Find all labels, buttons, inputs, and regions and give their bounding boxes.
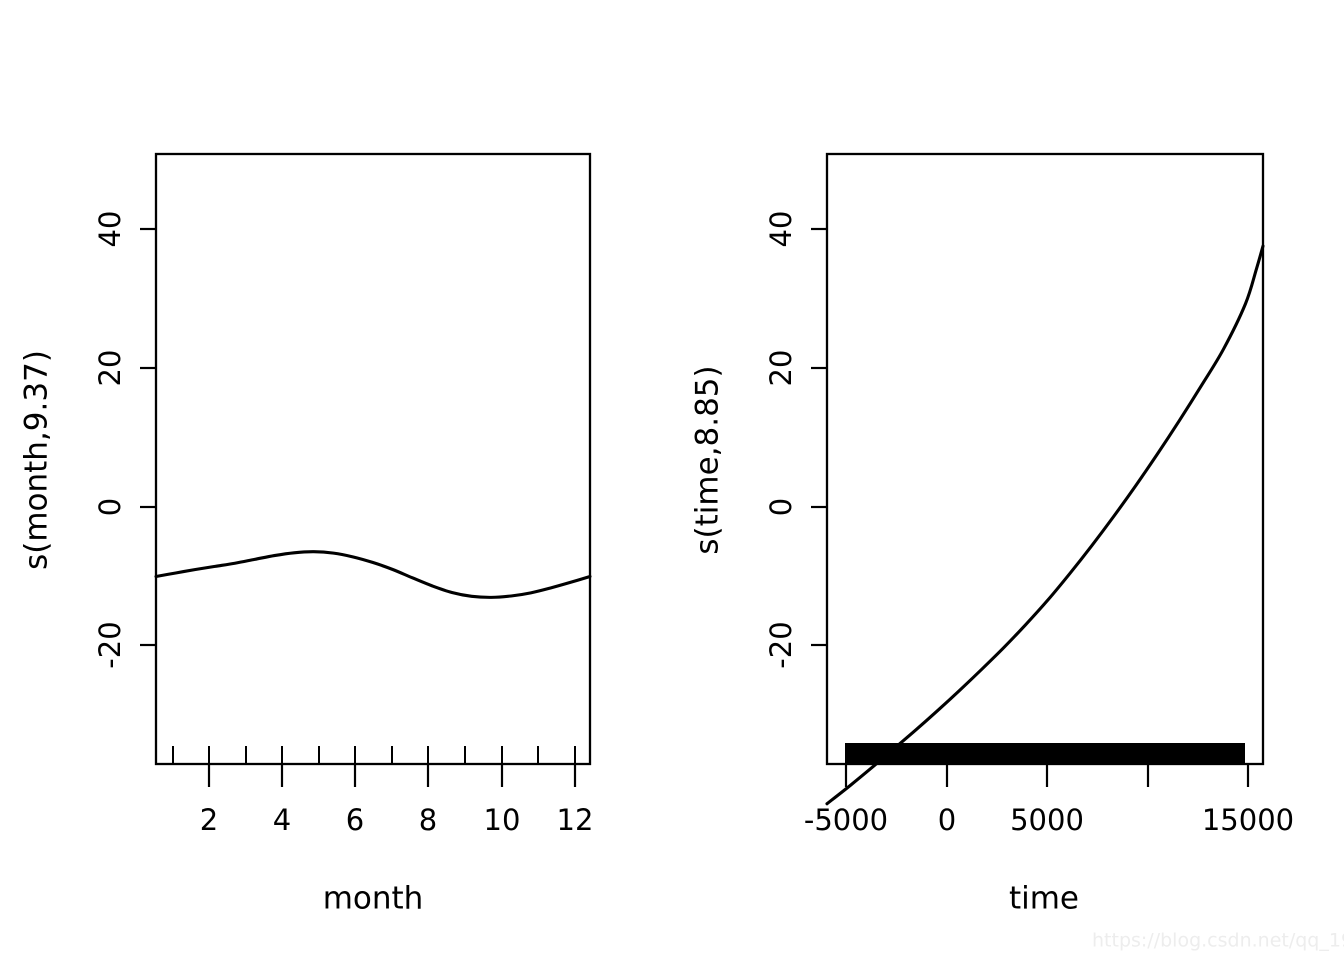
- x-tick-label-neg5000: -5000: [804, 803, 888, 837]
- y-tick-label-neg20: -20: [764, 621, 798, 668]
- figure-canvas: 40 20 0 -20 s(month,9.37) 2 4 6 8 10 12 …: [0, 0, 1344, 960]
- y-tick-label-0: 0: [764, 498, 798, 516]
- x-tick-label-5000: 5000: [1010, 803, 1084, 837]
- watermark: https://blog.csdn.net/qq_19600291: [1092, 930, 1344, 952]
- panel-time-y-axis-title: s(time,8.85): [690, 365, 726, 554]
- y-tick-label-20: 20: [764, 350, 798, 387]
- x-tick-label-6: 6: [346, 803, 364, 837]
- panel-month-x-axis-title: month: [323, 881, 424, 917]
- y-tick-label-40: 40: [764, 211, 798, 248]
- y-tick-label-20: 20: [93, 350, 127, 387]
- y-tick-label-0: 0: [93, 498, 127, 516]
- x-tick-label-10: 10: [484, 803, 521, 837]
- x-tick-label-4: 4: [273, 803, 291, 837]
- x-tick-label-15000: 15000: [1202, 803, 1294, 837]
- x-tick-label-2: 2: [200, 803, 218, 837]
- panel-month-y-axis-title: s(month,9.37): [19, 350, 55, 570]
- x-tick-label-0: 0: [938, 803, 956, 837]
- panel-time-rug-bar: [845, 743, 1245, 764]
- y-tick-label-40: 40: [93, 211, 127, 248]
- x-tick-label-12: 12: [557, 803, 594, 837]
- gam-smooth-figure: 40 20 0 -20 s(month,9.37) 2 4 6 8 10 12 …: [0, 0, 1344, 960]
- x-tick-label-8: 8: [419, 803, 437, 837]
- panel-time-x-axis-title: time: [1009, 881, 1079, 917]
- y-tick-label-neg20: -20: [93, 621, 127, 668]
